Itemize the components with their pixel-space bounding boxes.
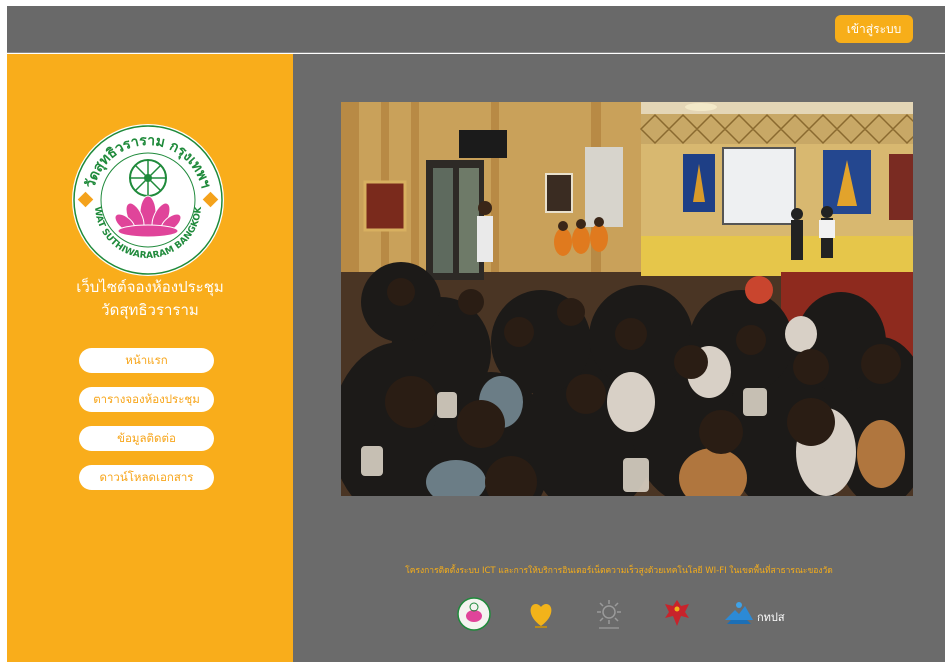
nav-contact-button[interactable]: ข้อมูลติดต่อ bbox=[79, 426, 214, 451]
sponsor-logos: กทปส bbox=[293, 596, 945, 632]
site-title: เว็บไซต์จองห้องประชุม วัดสุทธิวราราม bbox=[7, 276, 293, 322]
dharma-wheel-icon bbox=[129, 159, 167, 197]
garuda-icon bbox=[665, 600, 689, 626]
site-title-line1: เว็บไซต์จองห้องประชุม bbox=[76, 278, 224, 296]
temple-seal-icon bbox=[457, 597, 491, 631]
nav-download-button[interactable]: ดาวน์โหลดเอกสาร bbox=[79, 465, 214, 490]
nav-booking-schedule-button[interactable]: ตารางจองห้องประชุม bbox=[79, 387, 214, 412]
sidebar: วัดสุทธิวราราม กรุงเทพฯ WAT SUTHIWARARAM… bbox=[7, 54, 293, 662]
top-bar: เข้าสู่ระบบ bbox=[7, 6, 945, 53]
site-title-line2: วัดสุทธิวราราม bbox=[101, 301, 199, 319]
sun-emblem-icon bbox=[597, 600, 621, 629]
nav-home-button[interactable]: หน้าแรก bbox=[79, 348, 214, 373]
login-button[interactable]: เข้าสู่ระบบ bbox=[835, 15, 913, 43]
temple-logo: วัดสุทธิวราราม กรุงเทพฯ WAT SUTHIWARARAM… bbox=[72, 124, 224, 276]
nbtc-logo-icon bbox=[725, 602, 753, 624]
nbtc-label: กทปส bbox=[757, 611, 785, 624]
heart-logo-icon bbox=[530, 604, 552, 628]
main-content: โครงการติดตั้งระบบ ICT และการให้บริการอิ… bbox=[293, 54, 945, 662]
project-footer-text: โครงการติดตั้งระบบ ICT และการให้บริการอิ… bbox=[405, 566, 833, 576]
meeting-room-photo bbox=[341, 102, 913, 496]
